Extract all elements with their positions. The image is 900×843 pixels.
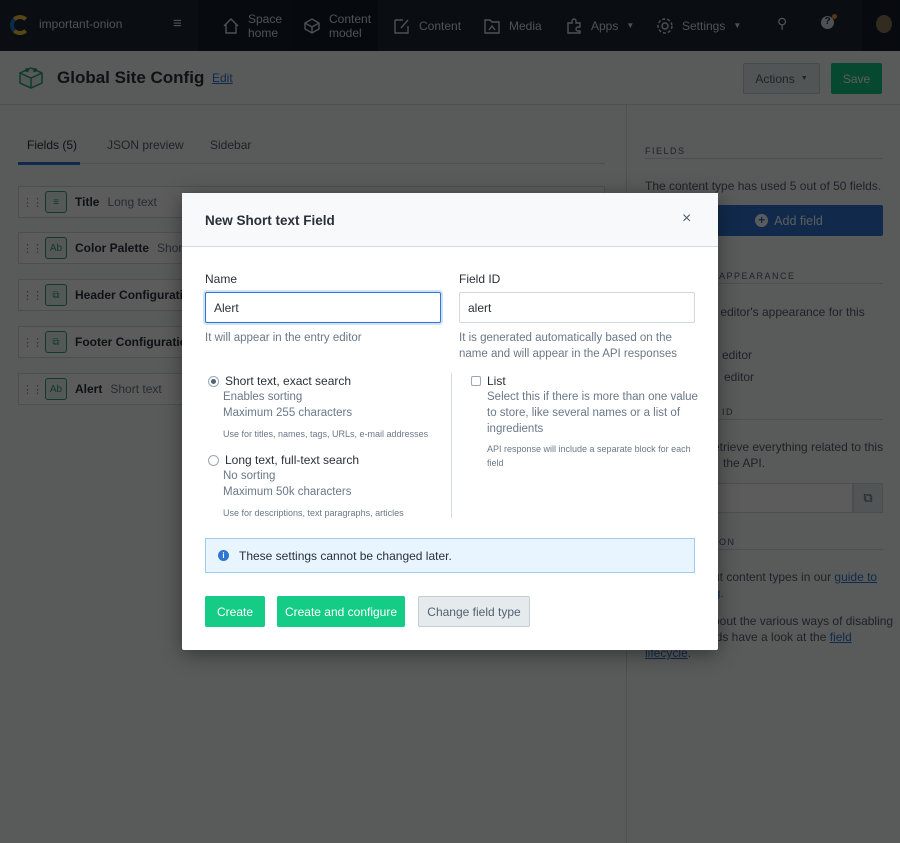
space-name[interactable]: important-onion [39, 17, 122, 31]
home-icon [223, 17, 239, 34]
name-label: Name [205, 272, 238, 286]
actions-button[interactable]: Actions ▼ [743, 63, 820, 94]
drag-handle-icon[interactable]: ⋮⋮ [19, 336, 45, 349]
gear-icon [657, 17, 673, 34]
nav-content-model[interactable]: Content model [290, 0, 378, 51]
list-note: API response will include a separate blo… [487, 444, 691, 468]
short-text-option-label[interactable]: Short text, exact search [225, 374, 351, 388]
column-divider [451, 373, 452, 518]
short-text-icon: Ab [45, 378, 67, 400]
nav-content[interactable]: Content [393, 0, 461, 51]
tab-divider [18, 163, 605, 164]
short-text-radio[interactable] [208, 376, 219, 387]
nav-apps[interactable]: Apps ▼ [565, 0, 634, 51]
plus-icon: + [755, 214, 769, 227]
field-id-label: Field ID [459, 272, 501, 286]
option-detail: Enables sorting [223, 391, 303, 403]
appearance-heading: APPEARANCE [719, 271, 796, 281]
save-button[interactable]: Save [831, 63, 882, 94]
info-icon: i [218, 550, 229, 561]
info-text: These settings cannot be changed later. [239, 548, 452, 563]
option-note: Use for descriptions, text paragraphs, a… [223, 508, 404, 518]
long-text-option-label[interactable]: Long text, full-text search [225, 453, 359, 467]
option-note: Use for titles, names, tags, URLs, e-mai… [223, 429, 429, 439]
drag-handle-icon[interactable]: ⋮⋮ [19, 196, 45, 209]
page-header: Global Site Config Edit Actions ▼ Save [0, 51, 900, 105]
media-icon [484, 18, 500, 34]
field-lifecycle-link[interactable]: field [830, 630, 852, 644]
tab-fields[interactable]: Fields (5) [27, 138, 77, 152]
chevron-down-icon: ▼ [800, 75, 808, 82]
edit-link[interactable]: Edit [212, 71, 233, 85]
reference-icon: ⧉ [45, 284, 67, 306]
option-detail: Maximum 255 characters [223, 407, 353, 419]
long-text-radio[interactable] [208, 455, 219, 466]
pencil-icon [394, 18, 409, 34]
long-text-icon: ≡ [45, 191, 67, 213]
short-text-icon: Ab [45, 237, 67, 259]
editor-option[interactable]: editor [722, 348, 752, 362]
hamburger-menu-icon[interactable]: ≡ [173, 15, 182, 32]
copy-icon[interactable]: ⧉ [853, 483, 883, 513]
name-input[interactable] [205, 292, 441, 323]
avatar [876, 15, 892, 33]
top-nav: important-onion ≡ Space home Content model… [0, 0, 900, 51]
id-text: etrieve everything related to this [713, 440, 884, 454]
new-field-modal: New Short text Field × Name It will appe… [182, 193, 718, 650]
option-detail: No sorting [223, 470, 276, 482]
editor-option[interactable]: editor [724, 370, 754, 384]
content-type-icon [19, 67, 43, 89]
drag-handle-icon[interactable]: ⋮⋮ [19, 289, 45, 302]
active-tab-indicator [18, 162, 80, 165]
id-text: the API. [723, 456, 766, 470]
drag-handle-icon[interactable]: ⋮⋮ [19, 383, 45, 396]
search-icon[interactable]: ⚲ [777, 15, 787, 32]
option-detail: Maximum 50k characters [223, 486, 352, 498]
field-id-input[interactable] [459, 292, 695, 323]
contentful-logo-icon [10, 15, 30, 35]
tab-sidebar[interactable]: Sidebar [210, 138, 251, 152]
nav-space-home[interactable]: Space home [198, 0, 290, 51]
close-icon[interactable]: × [682, 210, 691, 228]
doc-text: lds have a look at the [713, 630, 830, 644]
list-checkbox[interactable] [471, 376, 481, 386]
doc-text: bout the various ways of disabling [713, 614, 894, 628]
page-title: Global Site Config [57, 68, 205, 87]
doc-text: ut content types in our [713, 570, 835, 584]
doc-text: . [720, 586, 724, 600]
fields-heading: FIELDS [645, 146, 686, 156]
list-description: Select this if there is more than one va… [487, 391, 698, 435]
name-help: It will appear in the entry editor [205, 332, 362, 344]
guide-link[interactable]: guide to [834, 570, 877, 584]
reference-icon: ⧉ [45, 331, 67, 353]
notification-dot [832, 14, 837, 19]
field-id-help: It is generated automatically based on t… [459, 332, 677, 360]
change-field-type-button[interactable]: Change field type [418, 596, 530, 627]
nav-settings[interactable]: Settings ▼ [656, 0, 741, 51]
tab-json-preview[interactable]: JSON preview [107, 138, 184, 152]
create-button[interactable]: Create [205, 596, 265, 627]
modal-title: New Short text Field [205, 213, 335, 228]
puzzle-icon [567, 17, 581, 34]
appearance-text: ry editor's appearance for this [707, 305, 865, 319]
create-and-configure-button[interactable]: Create and configure [277, 596, 405, 627]
documentation-heading: ON [719, 537, 736, 547]
fields-usage-text: The content type has used 5 out of 50 fi… [645, 179, 882, 193]
chevron-down-icon: ▼ [733, 21, 742, 30]
account-menu[interactable] [862, 0, 900, 51]
info-note: i These settings cannot be changed later… [205, 538, 695, 573]
list-label[interactable]: List [487, 374, 506, 388]
chevron-down-icon: ▼ [626, 21, 635, 30]
drag-handle-icon[interactable]: ⋮⋮ [19, 242, 45, 255]
id-heading: ID [722, 407, 734, 417]
nav-media[interactable]: Media [483, 0, 542, 51]
cube-icon [304, 17, 320, 34]
